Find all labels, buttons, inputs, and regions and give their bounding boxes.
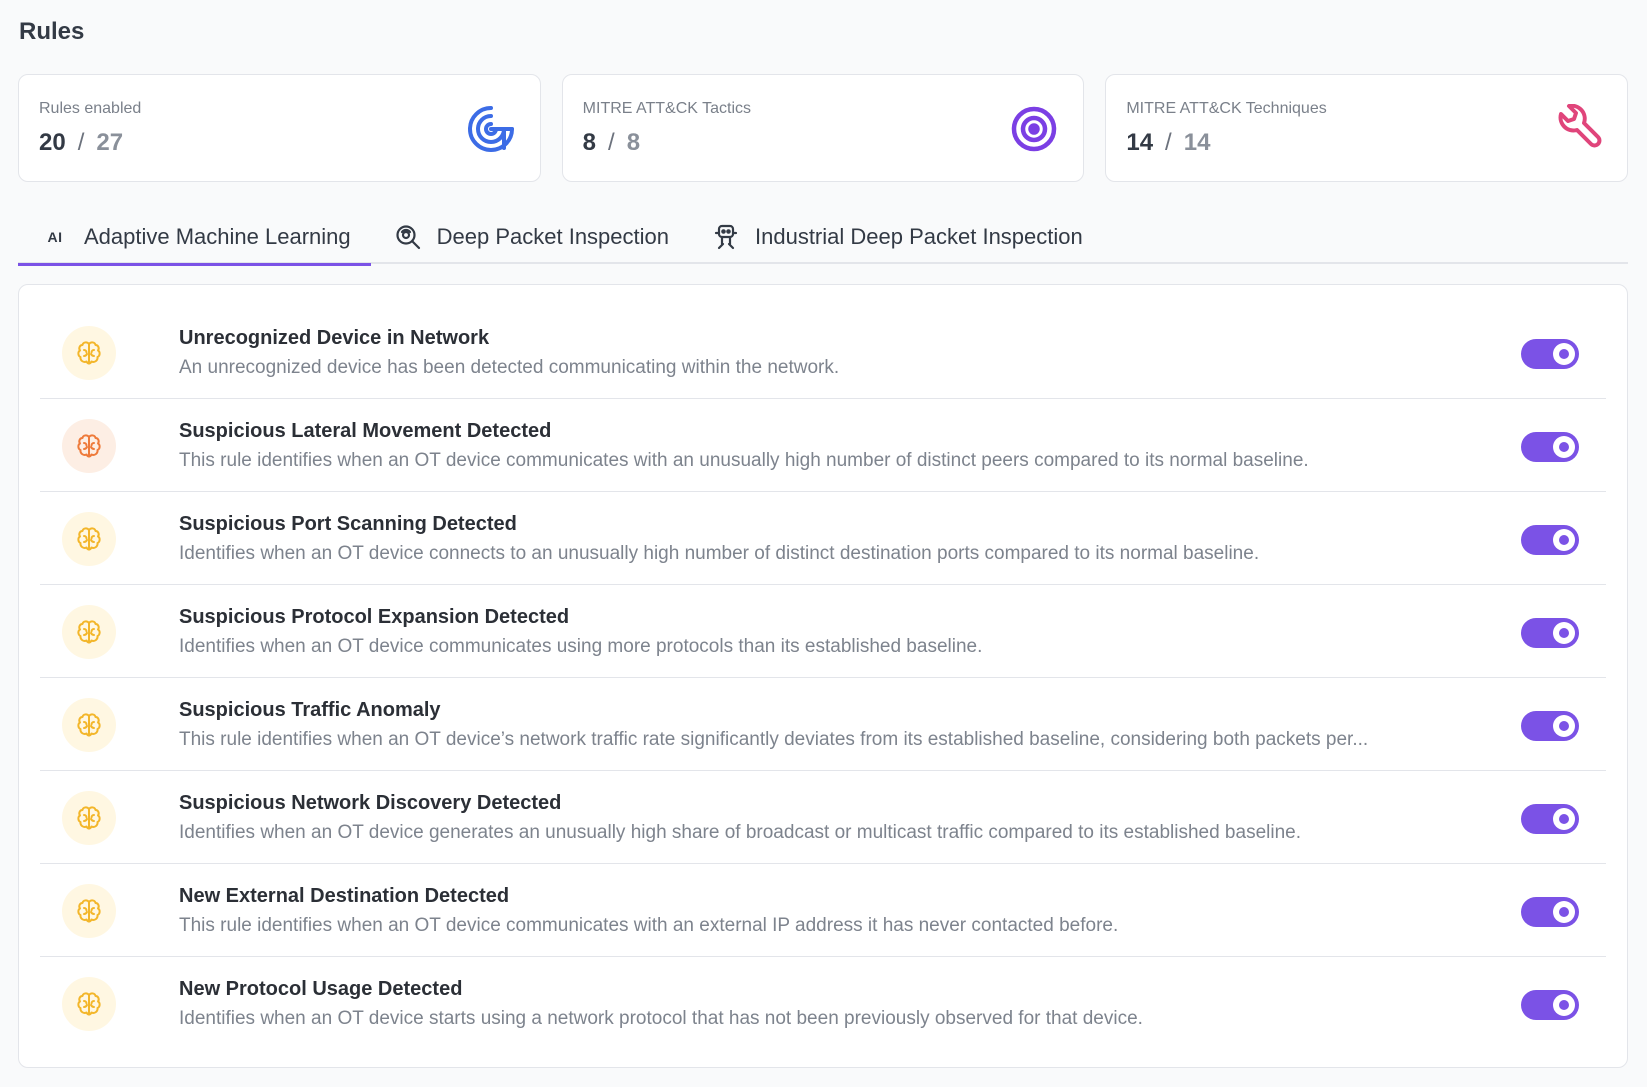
toggle-knob [1553,901,1575,923]
toggle-knob [1553,529,1575,551]
stat-value: 14 / 14 [1126,129,1210,157]
rule-row: New Protocol Usage Detected Identifies w… [40,957,1606,1050]
ai-icon-text: AI [47,229,63,245]
stat-label: MITRE ATT&CK Tactics [582,100,751,117]
rule-enabled-toggle[interactable] [1521,339,1579,369]
stat-card-mitre-techniques: MITRE ATT&CK Techniques 14 / 14 [1105,74,1629,182]
toggle-knob [1553,343,1575,365]
rule-title: Suspicious Port Scanning Detected [179,513,517,535]
rule-title: Suspicious Traffic Anomaly [179,699,441,721]
stat-count: 14 [1126,129,1154,156]
magnify-scan-icon [395,224,421,250]
radar-icon [466,104,516,154]
brain-icon [62,605,116,659]
rule-enabled-toggle[interactable] [1521,432,1579,462]
brain-icon [62,698,116,752]
rule-row: Suspicious Lateral Movement Detected Thi… [40,399,1606,492]
toggle-knob [1553,808,1575,830]
stat-label: MITRE ATT&CK Techniques [1126,100,1327,117]
ai-icon: AI [42,224,68,250]
stats-row: Rules enabled 20 / 27 MITRE ATT&CK Tacti… [18,74,1629,182]
brain-icon [62,326,116,380]
rule-row: Suspicious Port Scanning Detected Identi… [40,492,1606,585]
stat-value: 20 / 27 [39,129,123,157]
rule-title: Unrecognized Device in Network [179,327,490,349]
rule-category-tabs: AI Adaptive Machine Learning Deep Packet… [18,210,1628,266]
brain-icon [62,419,116,473]
stat-value: 8 / 8 [583,129,640,157]
rule-enabled-toggle[interactable] [1521,804,1579,834]
rule-description: This rule identifies when an OT device c… [179,915,1119,936]
target-icon [1009,104,1059,154]
tab-label: Deep Packet Inspection [436,224,669,249]
wrench-icon [1553,103,1603,154]
rule-description: Identifies when an OT device starts usin… [179,1008,1143,1029]
brain-icon [62,791,116,845]
page-title: Rules [19,18,85,45]
robot-icon [713,224,739,250]
rule-description: This rule identifies when an OT device’s… [179,729,1369,750]
rule-title: Suspicious Protocol Expansion Detected [179,606,570,628]
brain-icon [62,884,116,938]
tab-industrial-deep-packet-inspection[interactable]: Industrial Deep Packet Inspection [689,210,1103,264]
stat-label: Rules enabled [39,100,142,117]
toggle-knob [1553,436,1575,458]
rule-title: New External Destination Detected [179,885,510,907]
stat-card-rules-enabled: Rules enabled 20 / 27 [18,74,541,182]
toggle-knob [1553,715,1575,737]
rule-enabled-toggle[interactable] [1521,897,1579,927]
toggle-knob [1553,622,1575,644]
rule-enabled-toggle[interactable] [1521,618,1579,648]
rule-row: Suspicious Protocol Expansion Detected I… [40,585,1606,678]
brain-icon [62,512,116,566]
stat-total: 8 [626,129,641,156]
tab-deep-packet-inspection[interactable]: Deep Packet Inspection [371,210,689,264]
rule-enabled-toggle[interactable] [1521,990,1579,1020]
rule-title: Suspicious Lateral Movement Detected [179,420,552,442]
rule-description: Identifies when an OT device connects to… [179,543,1260,564]
stat-total: 14 [1183,129,1211,156]
rule-row: Suspicious Network Discovery Detected Id… [40,771,1606,864]
rule-row: Unrecognized Device in Network An unreco… [40,306,1606,399]
rule-title: New Protocol Usage Detected [179,978,463,1000]
stat-separator: / [1165,129,1172,156]
stat-separator: / [77,129,85,156]
rules-list: Unrecognized Device in Network An unreco… [18,284,1628,1068]
stat-count: 20 [39,129,66,156]
rules-page: Rules Rules enabled 20 / 27 MITRE ATT&CK… [0,0,1647,1087]
rule-title: Suspicious Network Discovery Detected [179,792,562,814]
stat-count: 8 [582,129,597,156]
rule-description: An unrecognized device has been detected… [179,357,840,378]
stat-card-mitre-tactics: MITRE ATT&CK Tactics 8 / 8 [561,74,1085,182]
toggle-knob [1553,994,1575,1016]
rule-row: Suspicious Traffic Anomaly This rule ide… [40,678,1606,771]
rule-description: Identifies when an OT device generates a… [179,822,1301,843]
stat-separator: / [608,129,615,156]
stat-total: 27 [96,129,124,156]
rule-description: This rule identifies when an OT device c… [179,450,1309,471]
rule-enabled-toggle[interactable] [1521,525,1579,555]
rule-row: New External Destination Detected This r… [40,864,1606,957]
brain-icon [62,977,116,1031]
rule-description: Identifies when an OT device communicate… [179,636,983,657]
tab-label: Adaptive Machine Learning [84,224,351,249]
tab-label: Industrial Deep Packet Inspection [755,224,1083,249]
tab-adaptive-machine-learning[interactable]: AI Adaptive Machine Learning [18,210,371,266]
rule-enabled-toggle[interactable] [1521,711,1579,741]
